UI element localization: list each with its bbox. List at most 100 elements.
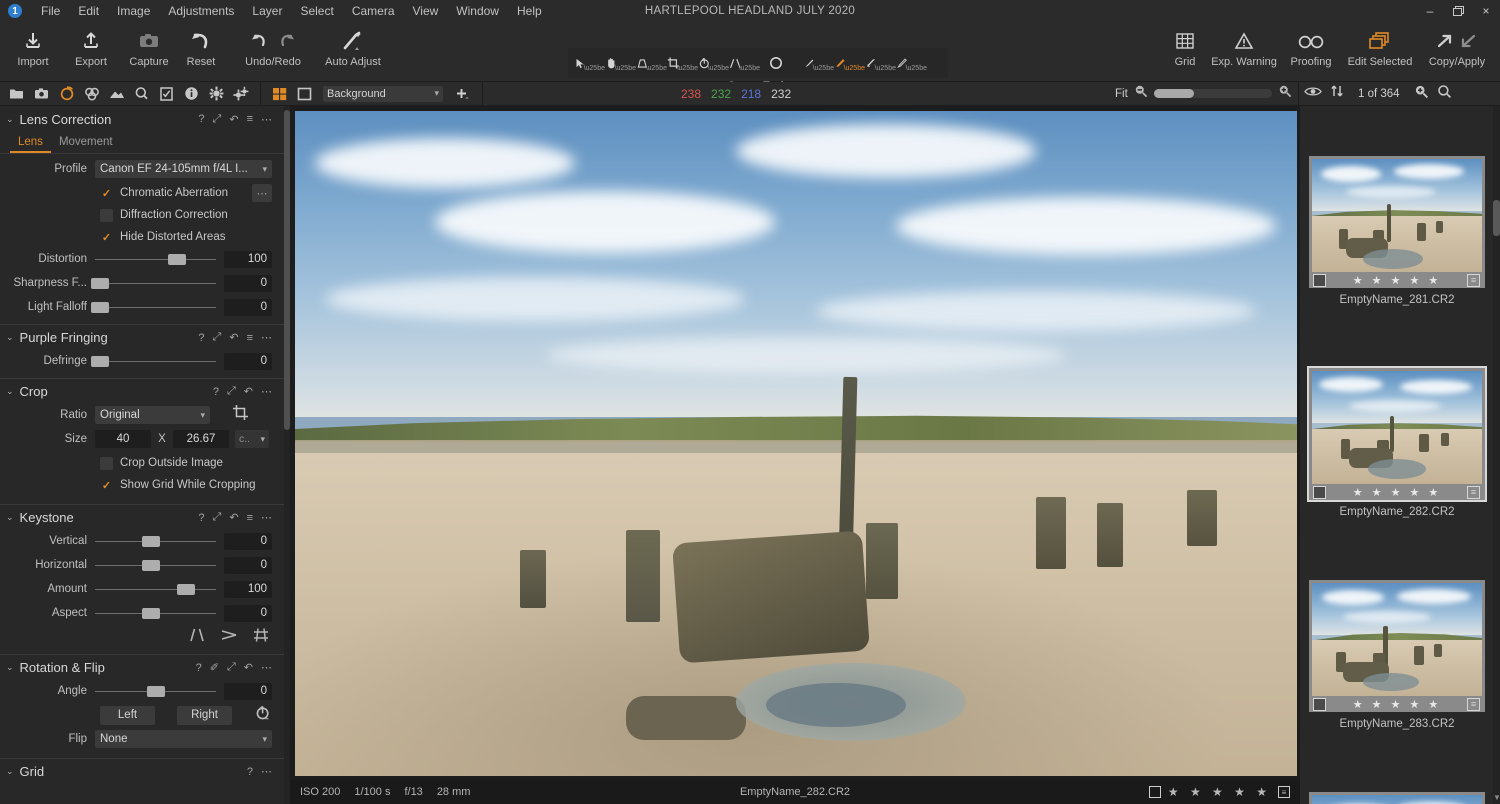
keystone-amount-value[interactable]: 100 <box>224 581 272 598</box>
menu-item-help[interactable]: Help <box>508 0 551 22</box>
more-options-icon[interactable]: ⋯ <box>261 511 272 524</box>
more-options-icon[interactable]: ⋯ <box>261 385 272 398</box>
angle-slider[interactable] <box>95 680 216 702</box>
copy-apply-button[interactable]: Copy/Apply <box>1420 22 1494 68</box>
expand-icon[interactable]: ⤢ <box>227 661 236 674</box>
keystone-aspect-slider[interactable] <box>95 602 216 624</box>
distortion-value[interactable]: 100 <box>224 251 272 268</box>
chevron-down-icon[interactable]: ⌄ <box>6 662 14 673</box>
pan-hand-tool[interactable]: \u25be <box>605 51 636 75</box>
slider-thumb[interactable] <box>142 560 160 571</box>
gradient-mask-tool[interactable]: \u25be <box>636 51 667 75</box>
capture-button[interactable]: Capture <box>120 22 178 68</box>
help-icon[interactable]: ? <box>247 766 253 778</box>
presets-menu-icon[interactable]: ≡ <box>247 113 253 125</box>
chevron-down-icon[interactable]: ⌄ <box>6 766 14 777</box>
thumbnail-cell-283[interactable]: ★ ★ ★ ★ ★ ≡ EmptyName_283.CR2 <box>1300 580 1494 730</box>
chevron-down-icon[interactable]: ⌄ <box>6 512 14 523</box>
white-balance-picker-tool[interactable]: \u25be <box>803 51 834 75</box>
lens-correction-icon[interactable] <box>54 82 79 106</box>
section-header-purple-fringing[interactable]: ⌄ Purple Fringing ? ⤢ ↶ ≡ ⋯ <box>0 324 290 350</box>
metadata-note-icon[interactable]: ≡ <box>1467 274 1480 287</box>
slider-thumb[interactable] <box>142 608 160 619</box>
grid-button[interactable]: Grid <box>1164 22 1206 68</box>
thumbnail-frame[interactable]: ★ ★ ★ ★ ★ ≡ <box>1309 580 1485 712</box>
keystone-amount-slider[interactable] <box>95 578 216 600</box>
defringe-value[interactable]: 0 <box>224 353 272 370</box>
menu-item-image[interactable]: Image <box>108 0 159 22</box>
keystone-horizontal-slider[interactable] <box>95 554 216 576</box>
menu-item-camera[interactable]: Camera <box>343 0 404 22</box>
image-viewer[interactable]: ISO 200 1/100 s f/13 28 mm EmptyName_282… <box>290 106 1300 804</box>
star-rating[interactable]: ★ ★ ★ ★ ★ <box>1312 274 1482 287</box>
hide-distorted-areas-checkbox[interactable]: ✓ <box>100 231 113 244</box>
preview-eye-icon[interactable] <box>1304 85 1322 103</box>
crop-tool[interactable]: \u25be <box>667 51 698 75</box>
thumbnail-frame[interactable]: ★ ★ ★ ★ ★ ≡ <box>1309 156 1485 288</box>
slider-thumb[interactable] <box>142 536 160 547</box>
section-header-grid[interactable]: ⌄ Grid ? ⋯ <box>0 758 290 784</box>
star-rating[interactable]: ★ ★ ★ ★ ★ <box>1168 785 1271 799</box>
proofing-button[interactable]: Proofing <box>1282 22 1340 68</box>
defringe-slider[interactable] <box>95 350 216 372</box>
menu-item-view[interactable]: View <box>404 0 448 22</box>
exposure-icon[interactable] <box>104 82 129 106</box>
profile-select[interactable]: Canon EF 24-105mm f/4L I... ▾ <box>95 160 272 178</box>
details-icon[interactable] <box>129 82 154 106</box>
metadata-note-icon[interactable]: ≡ <box>1278 786 1290 798</box>
distortion-slider[interactable] <box>95 248 216 270</box>
more-options-icon[interactable]: ⋯ <box>261 661 272 674</box>
import-button[interactable]: Import <box>4 22 62 68</box>
reset-section-icon[interactable]: ↶ <box>244 661 253 674</box>
presets-menu-icon[interactable]: ≡ <box>247 332 253 344</box>
diffraction-correction-checkbox[interactable] <box>100 209 113 222</box>
keystone-vertical-value[interactable]: 0 <box>224 533 272 550</box>
reset-section-icon[interactable]: ↶ <box>229 113 238 126</box>
expand-icon[interactable]: ⤢ <box>227 385 236 398</box>
metadata-note-icon[interactable]: ≡ <box>1467 486 1480 499</box>
search-icon[interactable] <box>1437 84 1452 104</box>
keystone-vertical-slider[interactable] <box>95 530 216 552</box>
sort-arrows-icon[interactable] <box>1330 84 1344 103</box>
main-photo[interactable] <box>295 111 1297 776</box>
menu-item-file[interactable]: File <box>32 0 69 22</box>
keystone-tool[interactable]: \u25be <box>729 51 760 75</box>
thumbnail-cell-next[interactable] <box>1300 792 1494 804</box>
menu-item-edit[interactable]: Edit <box>69 0 108 22</box>
chevron-down-icon[interactable]: ⌄ <box>6 386 14 397</box>
crop-ratio-select[interactable]: Original ▾ <box>95 406 210 424</box>
thumbnail-cell-282[interactable]: ★ ★ ★ ★ ★ ≡ EmptyName_282.CR2 <box>1300 368 1494 518</box>
star-rating[interactable]: ★ ★ ★ ★ ★ <box>1312 486 1482 499</box>
expand-icon[interactable]: ⤢ <box>213 511 222 524</box>
menu-item-select[interactable]: Select <box>291 0 342 22</box>
heal-brush-tool[interactable]: \u25be <box>896 51 927 75</box>
color-icon[interactable] <box>79 82 104 106</box>
light-falloff-value[interactable]: 0 <box>224 299 272 316</box>
draw-mask-brush-tool[interactable]: \u25be <box>834 51 865 75</box>
slider-thumb[interactable] <box>168 254 186 265</box>
rotate-left-button[interactable]: Left <box>100 706 155 725</box>
keystone-full-icon[interactable] <box>252 627 270 648</box>
section-header-rotation-flip[interactable]: ⌄ Rotation & Flip ? ✐ ⤢ ↶ ⋯ <box>0 654 290 680</box>
presets-menu-icon[interactable]: ≡ <box>247 512 253 524</box>
metadata-note-icon[interactable]: ≡ <box>1467 698 1480 711</box>
zoom-in-icon[interactable] <box>1278 84 1292 103</box>
chromatic-aberration-options-button[interactable]: ⋯ <box>252 184 272 202</box>
sharpness-falloff-value[interactable]: 0 <box>224 275 272 292</box>
crop-tool-icon[interactable] <box>232 404 249 426</box>
adjustments-clipboard-icon[interactable] <box>154 82 179 106</box>
metadata-info-icon[interactable] <box>179 82 204 106</box>
chevron-down-icon[interactable]: ⌄ <box>6 114 14 125</box>
output-gear-icon[interactable] <box>204 82 229 106</box>
zoom-plus-icon[interactable] <box>1414 84 1429 104</box>
straighten-tool-icon[interactable]: ✐ <box>210 661 219 674</box>
undo-redo-button[interactable]: Undo/Redo <box>230 22 316 68</box>
exposure-warning-button[interactable]: Exp. Warning <box>1206 22 1282 68</box>
reset-section-icon[interactable]: ↶ <box>244 385 253 398</box>
browser-scrollbar[interactable]: ▼ <box>1493 106 1500 804</box>
thumbnail-frame[interactable] <box>1309 792 1485 804</box>
menu-item-layer[interactable]: Layer <box>243 0 291 22</box>
section-header-crop[interactable]: ⌄ Crop ? ⤢ ↶ ⋯ <box>0 378 290 404</box>
browser-panel[interactable]: ★ ★ ★ ★ ★ ≡ EmptyName_281.CR2 <box>1300 106 1500 804</box>
help-icon[interactable]: ? <box>213 386 219 398</box>
